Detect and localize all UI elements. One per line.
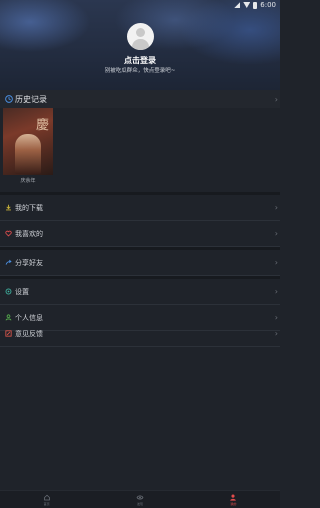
profile-header: 点击登录 别被吃瓜群众，快点登录吧~ bbox=[0, 0, 280, 90]
history-icon bbox=[5, 95, 13, 103]
settings-icon bbox=[5, 288, 12, 295]
poster-figure bbox=[15, 134, 41, 174]
battery-icon bbox=[253, 1, 258, 9]
download-icon bbox=[6, 204, 11, 211]
chevron-right-icon: › bbox=[274, 229, 278, 238]
login-title[interactable]: 点击登录 bbox=[0, 55, 280, 66]
wifi-icon bbox=[243, 2, 251, 8]
menu-item-feedback[interactable]: 意见反馈 › bbox=[0, 321, 280, 347]
chevron-right-icon: › bbox=[274, 94, 278, 104]
menu-item-settings[interactable]: 设置 › bbox=[0, 279, 280, 305]
history-item-title[interactable]: 庆余年 bbox=[3, 177, 53, 184]
nav-label-home: 首页 bbox=[43, 501, 50, 506]
nav-label-discover: 发现 bbox=[136, 501, 143, 506]
menu-item-downloads[interactable]: 我的下载 › bbox=[0, 195, 280, 221]
chevron-right-icon: › bbox=[274, 329, 278, 338]
chevron-right-icon: › bbox=[274, 287, 278, 296]
nav-item-home[interactable]: 首页 bbox=[0, 491, 93, 508]
home-icon bbox=[43, 494, 50, 500]
menu-item-favorites[interactable]: 我喜欢的 › bbox=[0, 221, 280, 247]
feedback-label: 意见反馈 bbox=[15, 329, 43, 338]
menu-item-share[interactable]: 分享好友 › bbox=[0, 250, 280, 276]
login-subtitle: 别被吃瓜群众，快点登录吧~ bbox=[104, 68, 176, 74]
favorites-label: 我喜欢的 bbox=[15, 229, 43, 238]
status-bar: 6:00 bbox=[0, 0, 280, 10]
chevron-right-icon: › bbox=[274, 203, 278, 212]
avatar-body bbox=[132, 39, 149, 50]
feedback-icon bbox=[5, 330, 12, 337]
share-icon bbox=[5, 259, 12, 265]
nav-item-discover[interactable]: 发现 bbox=[93, 491, 186, 508]
poster-calligraphy: 慶 bbox=[35, 118, 49, 133]
history-item-poster[interactable]: 慶 bbox=[3, 108, 53, 175]
history-label: 历史记录 bbox=[15, 94, 47, 104]
avatar-head bbox=[136, 28, 145, 37]
signal-icon bbox=[234, 2, 241, 8]
profile-icon bbox=[230, 494, 237, 501]
history-row[interactable]: 历史记录 › bbox=[0, 90, 280, 108]
person-icon bbox=[5, 314, 12, 321]
status-time: 6:00 bbox=[260, 1, 276, 9]
downloads-label: 我的下载 bbox=[15, 203, 43, 212]
bottom-nav: 首页 发现 我的 bbox=[0, 490, 280, 508]
nav-item-mine[interactable]: 我的 bbox=[187, 491, 280, 508]
heart-icon bbox=[5, 230, 12, 237]
nav-label-mine: 我的 bbox=[230, 501, 237, 506]
avatar[interactable] bbox=[127, 23, 154, 50]
share-label: 分享好友 bbox=[15, 258, 43, 267]
settings-label: 设置 bbox=[15, 287, 29, 296]
chevron-right-icon: › bbox=[274, 258, 278, 267]
eye-icon bbox=[136, 495, 144, 499]
